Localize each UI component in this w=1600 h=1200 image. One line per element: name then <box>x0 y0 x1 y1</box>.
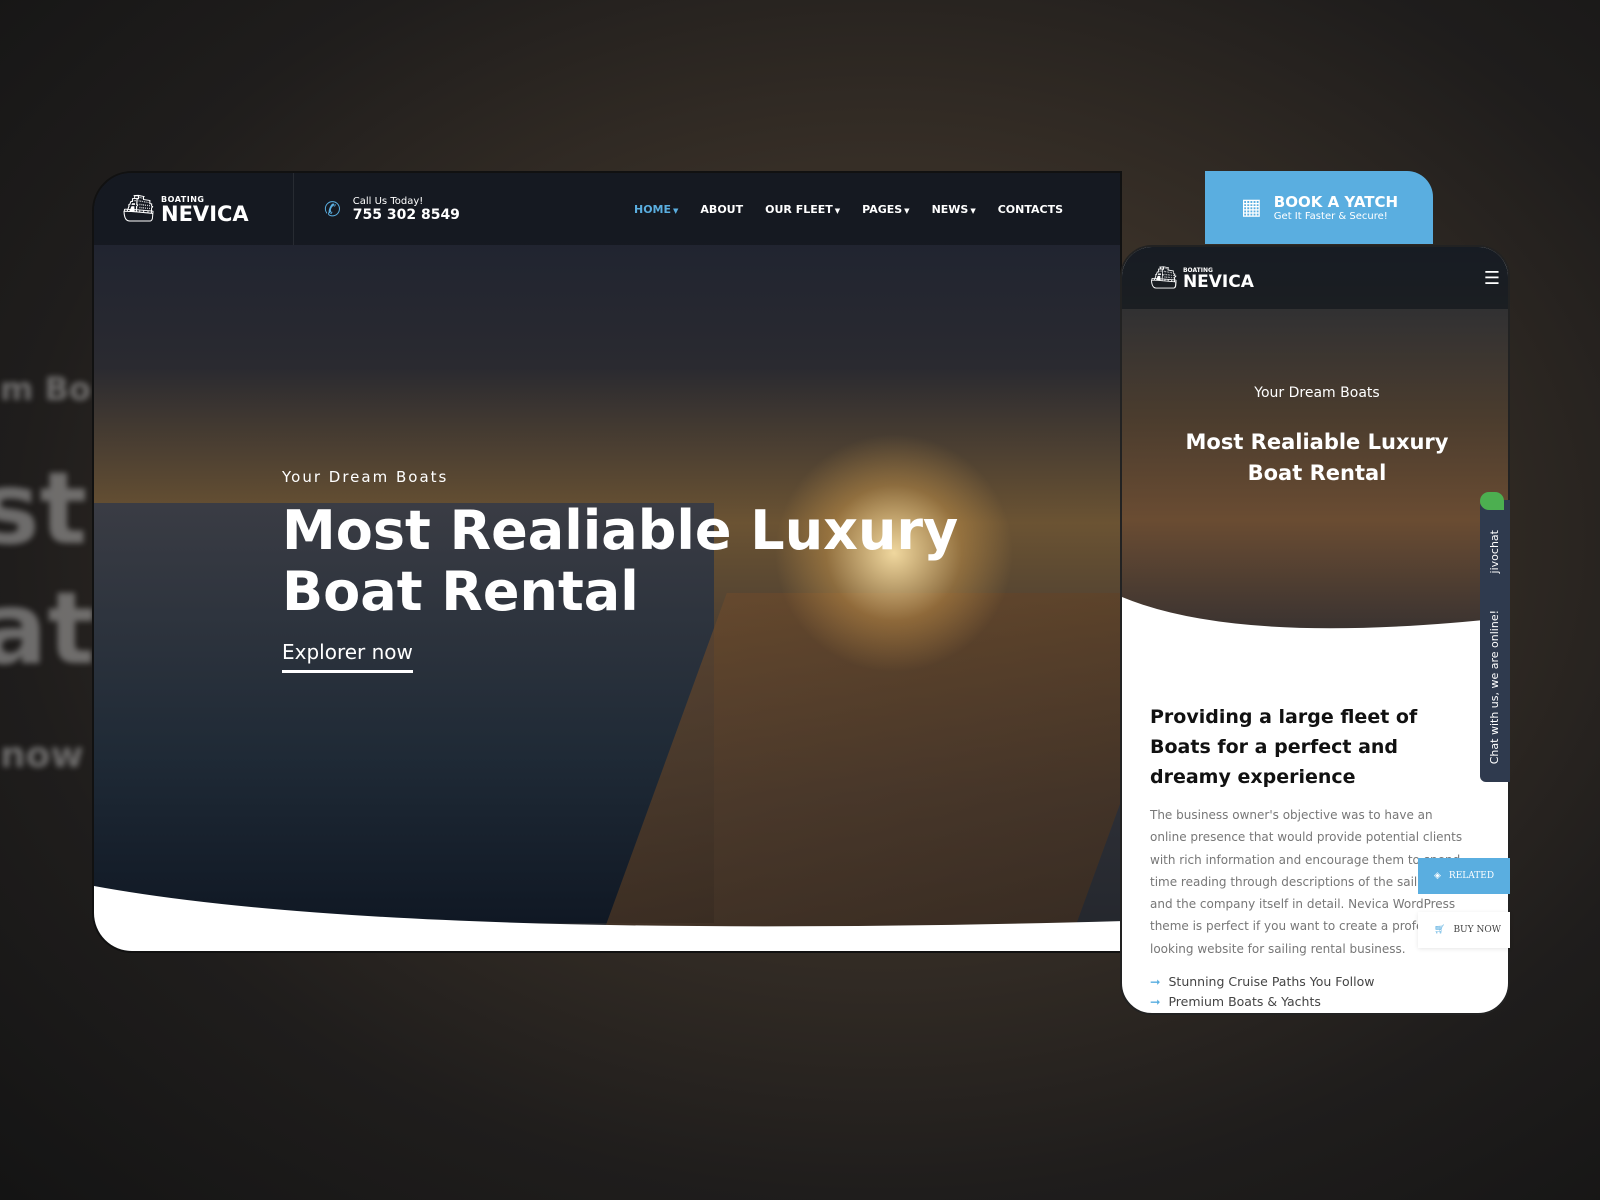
book-title: BOOK A YATCH <box>1273 193 1399 211</box>
mobile-wave <box>1122 597 1508 677</box>
list-item: ➞ Stunning Cruise Paths You Follow <box>1150 974 1375 990</box>
cart-icon: 🛒︎ <box>1434 925 1446 935</box>
arrow-right-icon: ➞ <box>1150 994 1161 1010</box>
contact-phone[interactable]: 755 302 8549 <box>353 207 460 223</box>
chat-text: Chat with us, we are online! <box>1488 610 1501 765</box>
mobile-header: ⛴ BOATING NEVICA ☰ <box>1122 247 1508 309</box>
mobile-logo[interactable]: ⛴ BOATING NEVICA <box>1150 266 1254 291</box>
nav-contacts[interactable]: CONTACTS <box>998 203 1063 216</box>
related-button[interactable]: ◈ RELATED <box>1418 858 1510 894</box>
nav-our-fleet[interactable]: OUR FLEET ▼ <box>765 203 840 216</box>
hero-subtitle: Your Dream Boats <box>282 468 449 486</box>
nav-about[interactable]: ABOUT <box>700 203 743 216</box>
layers-icon: ◈ <box>1434 871 1441 881</box>
hero: Your Dream Boats Most Realiable Luxury Bo… <box>282 468 958 673</box>
book-subtitle: Get It Faster & Secure! <box>1273 211 1388 222</box>
logo-name: NEVICA <box>161 201 249 226</box>
nav-pages[interactable]: PAGES ▼ <box>862 203 909 216</box>
bg-blur-text: at <box>0 570 96 687</box>
boat-icon: ⛴ <box>122 194 156 224</box>
menu-icon[interactable]: ☰ <box>1484 268 1500 289</box>
contact-label: Call Us Today! <box>352 195 424 207</box>
explore-button[interactable]: Explorer now <box>282 640 413 673</box>
desktop-preview: ⛴ BOATING NEVICA ✆ Call Us Today! 755 30… <box>92 171 1122 953</box>
mobile-subtitle: Your Dream Boats <box>1254 385 1380 401</box>
boat-icon: ⛴ <box>1150 265 1178 291</box>
mobile-preview: ⛴ BOATING NEVICA ☰ Your Dream Boats Most … <box>1120 245 1510 1015</box>
buy-now-button[interactable]: 🛒︎ BUY NOW <box>1418 912 1510 948</box>
bg-blur-text: m Bo <box>0 370 91 408</box>
mobile-title: Most Realiable Luxury Boat Rental <box>1185 430 1449 485</box>
nav-home[interactable]: HOME ▼ <box>634 203 678 216</box>
chat-brand: jivochat <box>1488 530 1501 574</box>
hero-title: Most Realiable Luxury Boat Rental <box>282 499 959 623</box>
main-nav: HOME ▼ ABOUT OUR FLEET ▼ PAGES ▼ NEWS ▼ CONT… <box>634 203 1063 216</box>
book-yacht-button[interactable]: ▦ BOOK A YATCH Get It Faster & Secure! <box>1205 171 1433 244</box>
nav-news[interactable]: NEWS ▼ <box>932 203 976 216</box>
arrow-right-icon: ➞ <box>1150 974 1161 990</box>
calendar-icon: ▦ <box>1241 195 1262 220</box>
chat-status-dot <box>1480 492 1504 510</box>
mobile-content: Providing a large fleet of Boats for a p… <box>1150 702 1470 1009</box>
bg-blur-text: now <box>0 735 84 776</box>
chat-widget[interactable]: jivochat Chat with us, we are online! <box>1480 492 1510 782</box>
logo[interactable]: ⛴ BOATING NEVICA <box>94 173 294 245</box>
phone-icon: ✆ <box>324 197 341 221</box>
list-item: ➞ Premium Boats & Yachts <box>1150 994 1321 1010</box>
hero-wave <box>94 886 1120 951</box>
site-header: ⛴ BOATING NEVICA ✆ Call Us Today! 755 30… <box>94 173 1120 245</box>
mobile-heading: Providing a large fleet of Boats for a p… <box>1150 706 1418 788</box>
contact: ✆ Call Us Today! 755 302 8549 <box>294 196 594 223</box>
bg-blur-text: st <box>0 450 88 567</box>
